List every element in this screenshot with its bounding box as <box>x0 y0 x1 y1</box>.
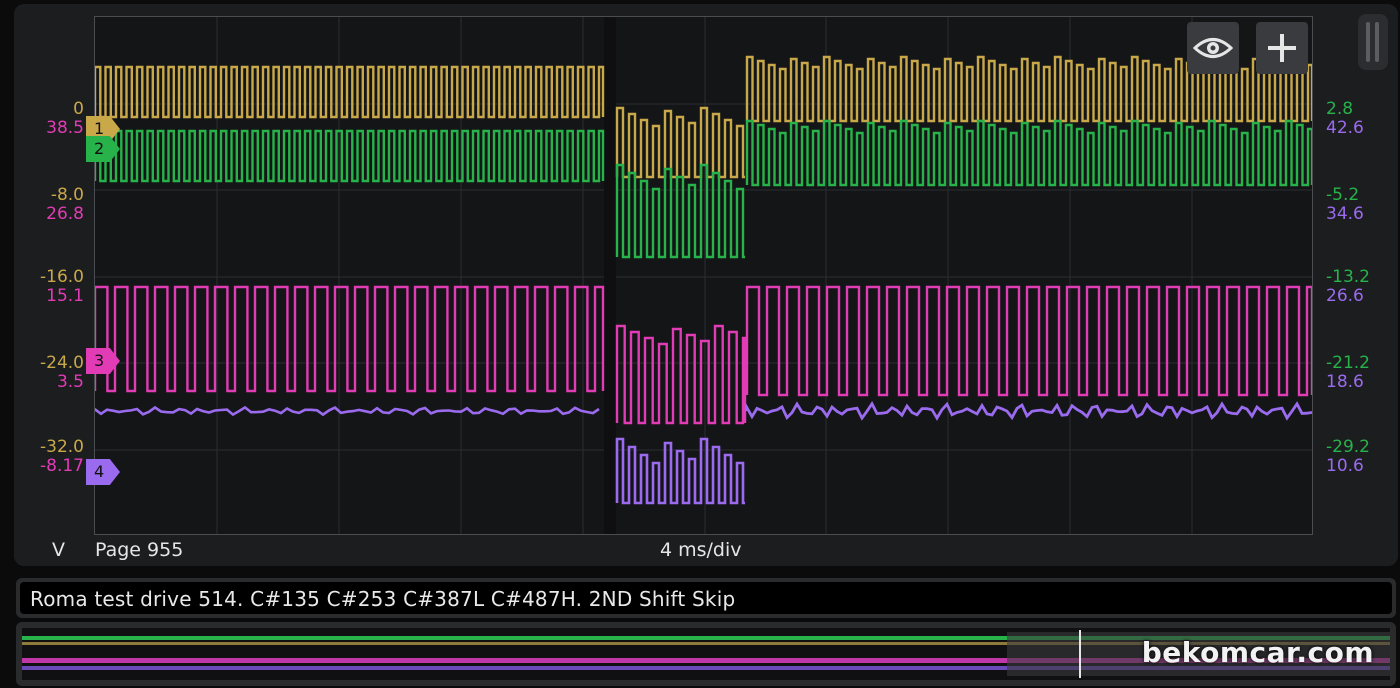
channel-3-label: 3 <box>94 351 105 370</box>
channel-2-trace <box>95 129 605 183</box>
right-scale-3-a: -21.2 <box>1326 353 1370 373</box>
right-scale-1-b: 34.6 <box>1326 204 1364 224</box>
channel-1-trace <box>615 106 745 179</box>
left-scale-1-b: 26.8 <box>46 204 84 224</box>
unit-label: V <box>52 539 65 561</box>
channel-3-trace <box>95 285 605 393</box>
caption-field[interactable]: Roma test drive 514. C#135 C#253 C#387L … <box>20 582 1392 614</box>
right-scale-4: -29.2 10.6 <box>1326 438 1370 476</box>
caption-bar: Roma test drive 514. C#135 C#253 C#387L … <box>16 578 1396 618</box>
left-scale-4: -32.0 -8.17 <box>22 438 84 476</box>
left-scale-4-b: -8.17 <box>40 456 84 476</box>
left-scale-2: -16.0 15.1 <box>22 268 84 306</box>
page-label: Page 955 <box>95 539 184 561</box>
channel-1-label: 1 <box>94 119 105 138</box>
right-scale-2-a: -13.2 <box>1326 267 1370 287</box>
waveform-traces <box>95 55 1312 505</box>
left-scale-2-a: -16.0 <box>40 267 84 287</box>
left-scale-2-b: 15.1 <box>46 286 84 306</box>
left-scale-1: -8.0 26.8 <box>22 186 84 224</box>
watermark: bekomcar.com <box>1141 636 1374 669</box>
waveform-plot[interactable] <box>94 16 1313 535</box>
left-scale-0-b: 38.5 <box>46 118 84 138</box>
left-scale-3-a: -24.0 <box>40 353 84 373</box>
eye-icon <box>1193 38 1233 58</box>
timebase-label: 4 ms/div <box>660 539 742 561</box>
right-scale-0-a: 2.8 <box>1326 99 1354 119</box>
channel-1-trace <box>95 65 605 119</box>
channel-4-trace <box>745 401 1312 421</box>
visibility-button[interactable] <box>1187 22 1239 74</box>
add-button[interactable] <box>1256 22 1308 74</box>
channel-2-label: 2 <box>94 139 105 158</box>
right-scale-4-a: -29.2 <box>1326 437 1370 457</box>
right-scale-3-b: 18.6 <box>1326 372 1364 392</box>
right-scale-2: -13.2 26.6 <box>1326 268 1370 306</box>
left-scale-1-a: -8.0 <box>50 185 84 205</box>
right-scale-1-a: -5.2 <box>1326 185 1360 205</box>
overview-cursor <box>1079 630 1081 678</box>
plus-icon <box>1268 34 1296 62</box>
caption-text: Roma test drive 514. C#135 C#253 C#387L … <box>30 587 736 611</box>
channel-2-trace <box>615 163 745 259</box>
grip-line <box>1366 22 1370 62</box>
left-scale-3: -24.0 3.5 <box>22 354 84 392</box>
waveform-canvas <box>95 17 1312 534</box>
channel-2-trace <box>745 119 1312 187</box>
right-scale-0-b: 42.6 <box>1326 118 1364 138</box>
right-scale-0: 2.8 42.6 <box>1326 100 1364 138</box>
right-scale-1: -5.2 34.6 <box>1326 186 1364 224</box>
channel-4-trace <box>95 405 600 417</box>
channel-3-trace <box>615 324 747 425</box>
right-scale-4-b: 10.6 <box>1326 456 1364 476</box>
channel-4-trace <box>615 437 745 505</box>
channel-3-trace <box>745 285 1312 397</box>
left-scale-0: 0 38.5 <box>22 100 84 138</box>
trace-gap <box>604 17 616 534</box>
left-scale-0-a: 0 <box>73 99 84 119</box>
right-scale-3: -21.2 18.6 <box>1326 354 1370 392</box>
left-scale-4-a: -32.0 <box>40 437 84 457</box>
scroll-handle[interactable] <box>1358 14 1388 70</box>
right-scale-2-b: 26.6 <box>1326 286 1364 306</box>
grip-line <box>1375 22 1379 62</box>
channel-4-label: 4 <box>94 462 105 481</box>
left-scale-3-b: 3.5 <box>56 372 84 392</box>
